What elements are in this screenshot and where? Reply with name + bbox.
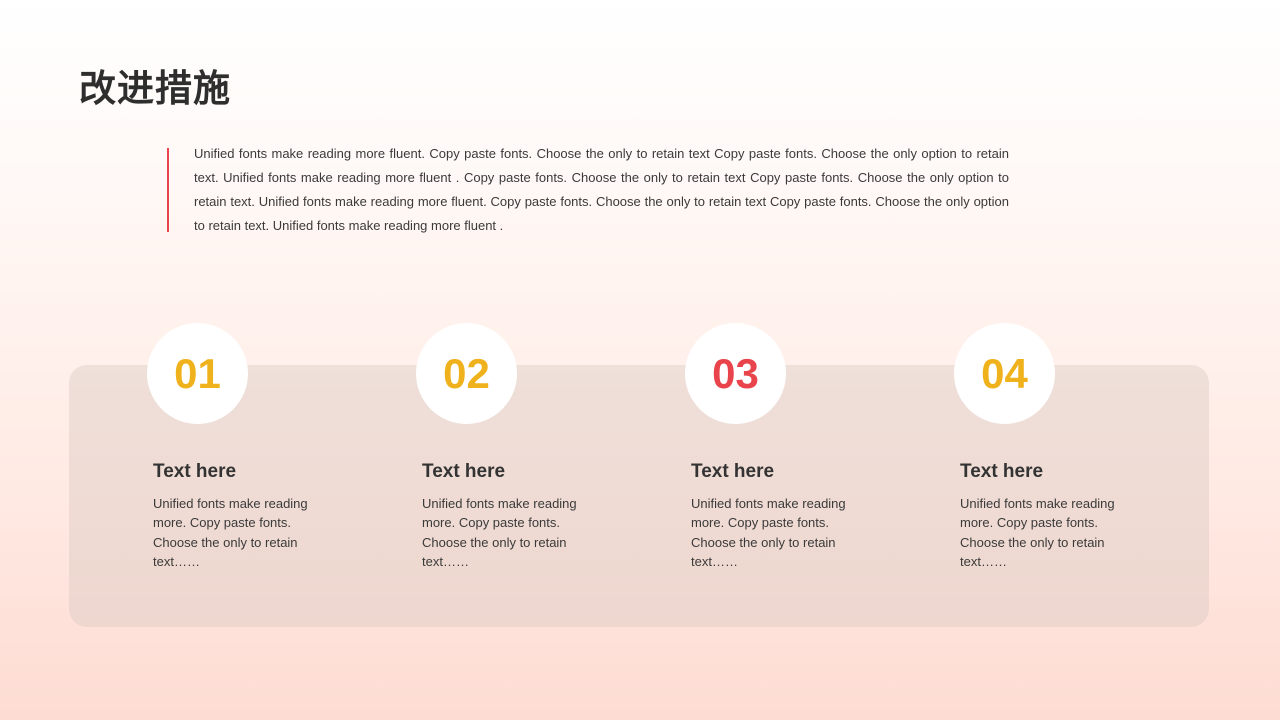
step-number-badge: 02 [416, 323, 517, 424]
step-title: Text here [691, 461, 775, 482]
step-description: Unified fonts make reading more. Copy pa… [153, 496, 308, 569]
step-description: Unified fonts make reading more. Copy pa… [960, 496, 1115, 569]
step-title: Text here [153, 461, 237, 482]
step-number-badge: 04 [954, 323, 1055, 424]
step-description: Unified fonts make reading more. Copy pa… [691, 496, 846, 569]
step-description: Unified fonts make reading more. Copy pa… [422, 496, 577, 569]
intro-block: Unified fonts make reading more fluent. … [167, 146, 1012, 233]
step-title: Text here [422, 461, 506, 482]
step-number-badge: 01 [147, 323, 248, 424]
intro-accent-bar [167, 148, 169, 232]
page-title: 改进措施 [79, 67, 231, 110]
step-number-badge: 03 [685, 323, 786, 424]
intro-text: Unified fonts make reading more fluent. … [194, 146, 1009, 233]
step-title: Text here [960, 461, 1044, 482]
